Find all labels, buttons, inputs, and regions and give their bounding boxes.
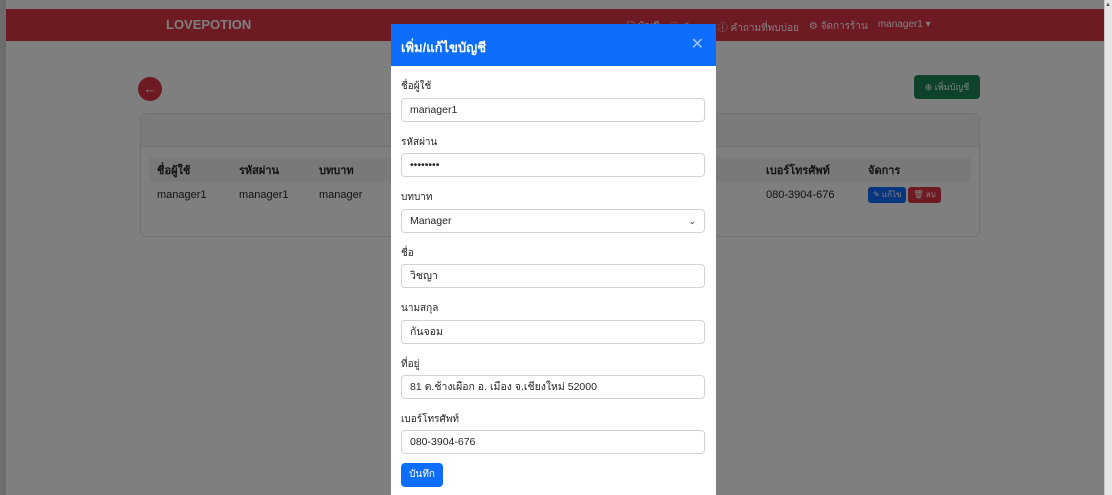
- address-field[interactable]: 81 ต.ช้างเผือก อ. เมือง จ.เชียงใหม่ 5200…: [401, 375, 705, 399]
- vertical-scrollbar[interactable]: ▲: [1104, 0, 1112, 495]
- save-button[interactable]: บันทึก: [401, 463, 443, 487]
- modal-header: เพิ่ม/แก้ไขบัญชี ✕: [391, 24, 716, 66]
- address-label: ที่อยู่: [401, 359, 420, 370]
- phone-field[interactable]: 080-3904-676: [401, 430, 705, 454]
- password-label: รหัสผ่าน: [401, 137, 438, 148]
- password-field[interactable]: ••••••••: [401, 153, 705, 177]
- phone-label: เบอร์โทรศัพท์: [401, 414, 460, 425]
- close-icon[interactable]: ✕: [691, 34, 704, 54]
- scroll-up-icon[interactable]: ▲: [1105, 2, 1111, 8]
- role-select-value: Manager: [410, 215, 452, 227]
- role-select[interactable]: Manager ⌄: [401, 209, 705, 233]
- username-label: ชื่อผู้ใช้: [401, 81, 432, 92]
- last-name-field[interactable]: กันจอม: [401, 320, 705, 344]
- first-name-label: ชื่อ: [401, 248, 414, 259]
- chevron-down-icon: ⌄: [688, 216, 696, 226]
- username-field[interactable]: manager1: [401, 98, 705, 122]
- role-label: บทบาท: [401, 192, 433, 203]
- account-modal: เพิ่ม/แก้ไขบัญชี ✕ ชื่อผู้ใช้ manager1 ร…: [391, 24, 716, 495]
- modal-title: เพิ่ม/แก้ไขบัญชี: [401, 40, 487, 55]
- last-name-label: นามสกุล: [401, 303, 439, 314]
- first-name-field[interactable]: วิชญา: [401, 264, 705, 288]
